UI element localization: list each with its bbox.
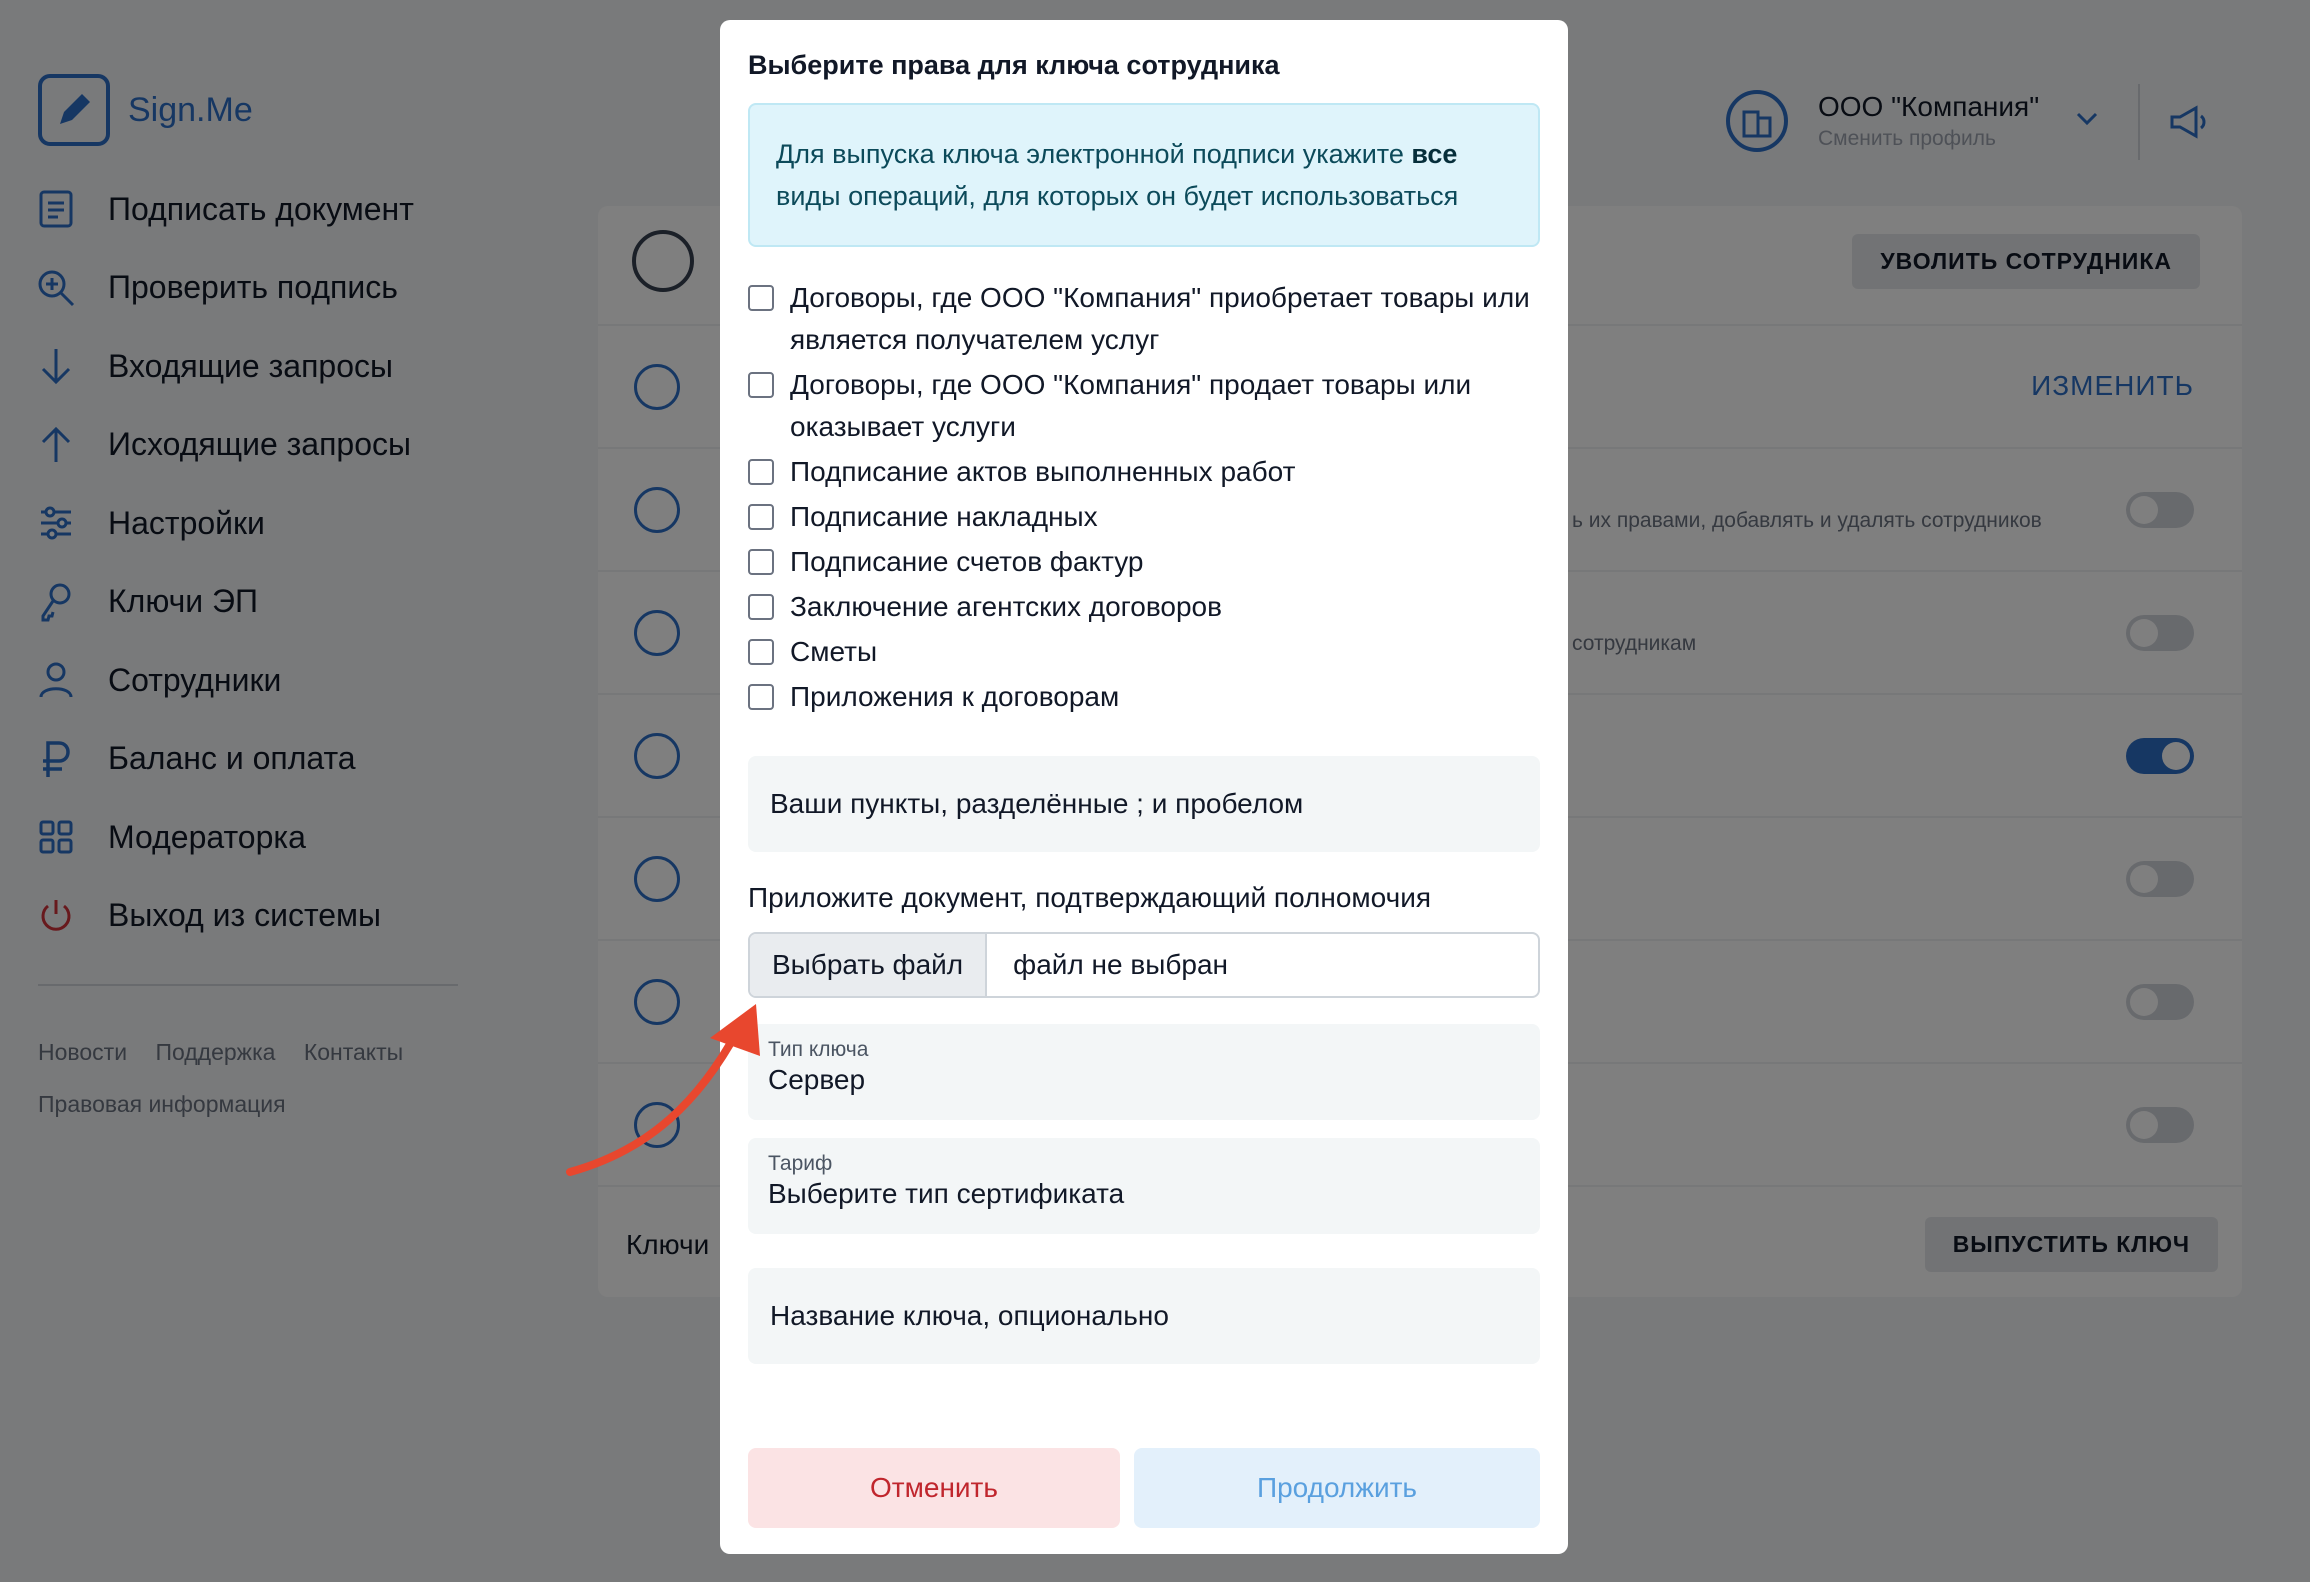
key-type-select[interactable]: Тип ключа Сервер bbox=[748, 1024, 1540, 1120]
checkbox-label: Сметы bbox=[790, 636, 878, 667]
modal-actions: Отменить Продолжить bbox=[748, 1448, 1540, 1528]
modal-title: Выберите права для ключа сотрудника bbox=[748, 50, 1280, 80]
checkbox[interactable] bbox=[748, 549, 774, 575]
continue-button[interactable]: Продолжить bbox=[1134, 1448, 1540, 1528]
rights-checkbox-item[interactable]: Приложения к договорам bbox=[748, 676, 1540, 718]
rights-checkbox-item[interactable]: Договоры, где ООО "Компания" приобретает… bbox=[748, 277, 1540, 361]
checkbox[interactable] bbox=[748, 639, 774, 665]
info-text-bold: все bbox=[1411, 139, 1458, 169]
rights-checkbox-item[interactable]: Подписание накладных bbox=[748, 496, 1540, 538]
key-name-field bbox=[748, 1268, 1540, 1364]
rights-checkbox-list: Договоры, где ООО "Компания" приобретает… bbox=[748, 277, 1540, 718]
file-input[interactable]: Выбрать файл файл не выбран bbox=[748, 932, 1540, 998]
attach-label: Приложите документ, подтверждающий полно… bbox=[748, 882, 1432, 913]
custom-items-field bbox=[748, 756, 1540, 852]
key-type-value: Сервер bbox=[768, 1064, 866, 1095]
checkbox-label: Договоры, где ООО "Компания" продает тов… bbox=[790, 369, 1472, 442]
rights-checkbox-item[interactable]: Подписание актов выполненных работ bbox=[748, 451, 1540, 493]
checkbox[interactable] bbox=[748, 504, 774, 530]
checkbox[interactable] bbox=[748, 459, 774, 485]
tariff-value: Выберите тип сертификата bbox=[768, 1178, 1125, 1209]
rights-checkbox-item[interactable]: Заключение агентских договоров bbox=[748, 586, 1540, 628]
key-name-input[interactable] bbox=[770, 1300, 1518, 1332]
checkbox[interactable] bbox=[748, 684, 774, 710]
tariff-caption: Тариф bbox=[768, 1152, 833, 1175]
choose-file-button[interactable]: Выбрать файл bbox=[750, 934, 988, 996]
file-status: файл не выбран bbox=[1013, 949, 1228, 980]
checkbox[interactable] bbox=[748, 372, 774, 398]
checkbox[interactable] bbox=[748, 594, 774, 620]
annotation-arrow-icon bbox=[566, 1004, 760, 1176]
checkbox[interactable] bbox=[748, 285, 774, 311]
rights-checkbox-item[interactable]: Сметы bbox=[748, 631, 1540, 673]
info-alert: Для выпуска ключа электронной подписи ук… bbox=[748, 103, 1540, 247]
checkbox-label: Приложения к договорам bbox=[790, 681, 1120, 712]
checkbox-label: Договоры, где ООО "Компания" приобретает… bbox=[790, 282, 1530, 355]
checkbox-label: Заключение агентских договоров bbox=[790, 591, 1223, 622]
key-type-caption: Тип ключа bbox=[768, 1038, 869, 1061]
rights-checkbox-item[interactable]: Подписание счетов фактур bbox=[748, 541, 1540, 583]
custom-items-input[interactable] bbox=[770, 788, 1518, 820]
checkbox-label: Подписание счетов фактур bbox=[790, 546, 1144, 577]
rights-checkbox-item[interactable]: Договоры, где ООО "Компания" продает тов… bbox=[748, 364, 1540, 448]
key-rights-modal: Выберите права для ключа сотрудника Для … bbox=[720, 20, 1568, 1554]
checkbox-label: Подписание актов выполненных работ bbox=[790, 456, 1296, 487]
info-text: Для выпуска ключа электронной подписи ук… bbox=[776, 139, 1412, 169]
cancel-button[interactable]: Отменить bbox=[748, 1448, 1120, 1528]
info-text: виды операций, для которых он будет испо… bbox=[776, 181, 1459, 211]
tariff-select[interactable]: Тариф Выберите тип сертификата bbox=[748, 1138, 1540, 1234]
checkbox-label: Подписание накладных bbox=[790, 501, 1098, 532]
